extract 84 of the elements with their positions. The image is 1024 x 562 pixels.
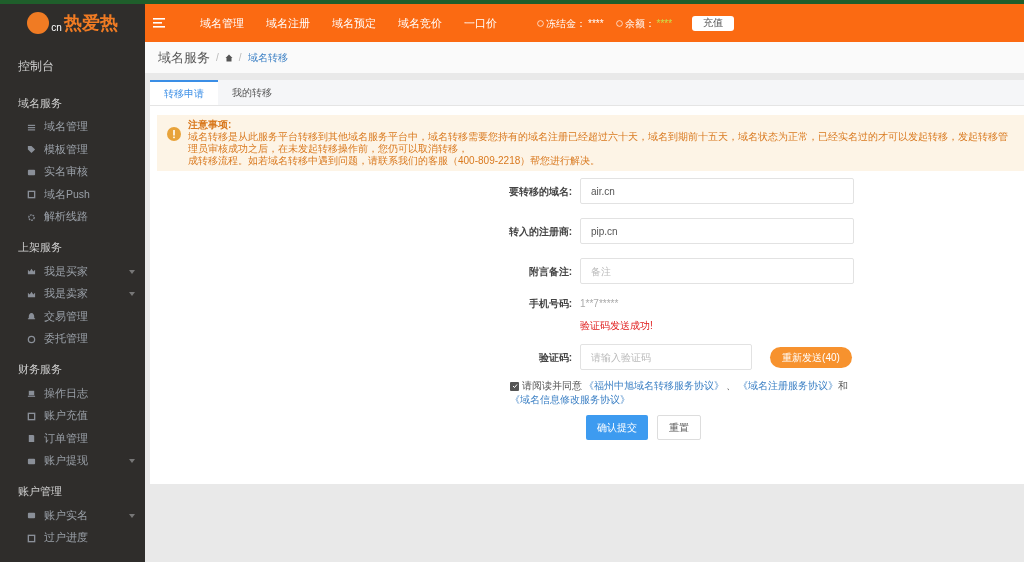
sidebar-section-title: 域名服务 xyxy=(17,95,63,111)
conjunction-text: 和 xyxy=(838,380,848,391)
logo-suffix-text: cn xyxy=(51,23,62,33)
code-field[interactable]: 请输入验证码 xyxy=(580,344,752,370)
breadcrumb-separator: / xyxy=(216,51,219,65)
sidebar-item[interactable]: 交易管理 xyxy=(0,305,145,328)
nav-link[interactable]: 域名预定 xyxy=(332,14,376,32)
sidebar-item[interactable]: 账户充值 xyxy=(0,405,145,428)
sidebar-item[interactable]: 实名审核 xyxy=(0,161,145,184)
nav-link[interactable]: 一口价 xyxy=(464,14,497,32)
phone-number: 1**7***** xyxy=(580,296,619,311)
input-field[interactable]: pip.cn xyxy=(580,218,854,244)
balance-label: 余额： xyxy=(624,16,655,31)
logo-icon xyxy=(27,12,50,34)
card-icon xyxy=(27,511,36,521)
agreement-link[interactable]: 《域名信息修改服务协议》 xyxy=(510,394,630,405)
success-message: 验证码发送成功! xyxy=(580,318,653,333)
nav-link[interactable]: 域名竞价 xyxy=(398,14,442,32)
sidebar-item[interactable]: 我是卖家 xyxy=(0,283,145,306)
list-icon xyxy=(27,122,36,132)
page-title: 域名服务 xyxy=(158,48,210,67)
caret-icon xyxy=(129,269,135,274)
square-icon xyxy=(27,190,36,200)
home-icon[interactable] xyxy=(224,53,233,62)
field-label: 附言备注: xyxy=(527,264,573,279)
sidebar-item[interactable]: 域名管理 xyxy=(0,116,145,139)
card-icon xyxy=(27,167,36,177)
reset-button[interactable]: 重置 xyxy=(657,415,701,440)
crown-icon xyxy=(27,267,36,277)
crown-icon xyxy=(27,289,36,299)
caret-icon xyxy=(129,292,135,297)
tab[interactable]: 我的转移 xyxy=(218,80,286,105)
tab[interactable]: 转移申请 xyxy=(150,80,218,105)
sidebar-item[interactable]: 订单管理 xyxy=(0,427,145,450)
sidebar-item[interactable]: 我是买家 xyxy=(0,260,145,283)
input-field[interactable]: air.cn xyxy=(580,178,854,204)
field-label: 手机号码: xyxy=(527,296,573,311)
submit-button[interactable]: 确认提交 xyxy=(586,415,648,440)
field-label: 要转移的域名: xyxy=(507,184,573,199)
separator-text: 、 xyxy=(726,380,736,391)
square-icon xyxy=(27,411,36,421)
gear-icon xyxy=(27,212,36,222)
warning-icon xyxy=(167,127,181,141)
tag-icon xyxy=(27,145,36,155)
sidebar-section-title: 财务服务 xyxy=(17,362,63,378)
sidebar-item[interactable]: 账户实名 xyxy=(0,504,145,527)
caret-icon xyxy=(129,459,135,464)
balance-value: **** xyxy=(656,16,673,31)
sidebar-item[interactable]: 委托管理 xyxy=(0,328,145,351)
bell-icon xyxy=(27,312,36,322)
notice-text: 成转移流程。如若域名转移中遇到问题，请联系我们的客服（400-809-2218）帮您进行解决。 xyxy=(188,155,602,167)
sidebar-section-title: 上架服务 xyxy=(17,240,63,256)
notice-title: 注意事项: xyxy=(188,119,233,131)
input-field[interactable]: 备注 xyxy=(580,258,854,284)
file-icon xyxy=(27,434,36,444)
sidebar-item[interactable]: 过户进度 xyxy=(0,527,145,550)
nav-link[interactable]: 域名注册 xyxy=(266,14,310,32)
sidebar-item[interactable]: 解析线路 xyxy=(0,206,145,229)
sidebar-item[interactable]: 域名Push xyxy=(0,183,145,206)
sidebar-item[interactable]: 控制台 xyxy=(0,42,145,90)
caret-icon xyxy=(129,513,135,518)
sidebar-item[interactable]: 模板管理 xyxy=(0,138,145,161)
field-label: 转入的注册商: xyxy=(507,224,573,239)
circle-icon xyxy=(27,334,36,344)
frozen-amount: **** xyxy=(588,16,604,31)
agreement-link[interactable]: 《福州中旭域名转移服务协议》 xyxy=(584,380,724,391)
nav-link[interactable]: 域名管理 xyxy=(200,14,244,32)
logo-text: 热爱热 xyxy=(63,14,118,32)
laptop-icon xyxy=(27,389,36,399)
card-icon xyxy=(27,456,36,466)
agree-checkbox[interactable] xyxy=(510,381,519,391)
sidebar-item[interactable]: 账户提现 xyxy=(0,450,145,473)
notice-text: 域名转移是从此服务平台转移到其他域名服务平台中，域名转移需要您持有的域名注册已经超过六十天，域名到期前十五天，域名状态为正常，已经实名过的才可以发起转移，发起转移管理员审核成功之后，在未发起转移操作前，您仍可以取消转移， xyxy=(188,131,1009,155)
breadcrumb-separator: / xyxy=(238,51,242,65)
sidebar-section-title: 账户管理 xyxy=(17,484,63,500)
recharge-button[interactable]: 充值 xyxy=(692,15,735,31)
agreement-link[interactable]: 《域名注册服务协议》 xyxy=(738,380,838,391)
field-label: 验证码: xyxy=(537,350,573,365)
menu-icon[interactable] xyxy=(153,18,165,28)
frozen-label: 冻结金： xyxy=(546,16,586,31)
breadcrumb-link[interactable]: 域名转移 xyxy=(247,50,288,65)
agree-text: 请阅读并同意 xyxy=(522,379,582,393)
square-icon xyxy=(27,533,36,543)
sidebar-item[interactable]: 操作日志 xyxy=(0,382,145,405)
